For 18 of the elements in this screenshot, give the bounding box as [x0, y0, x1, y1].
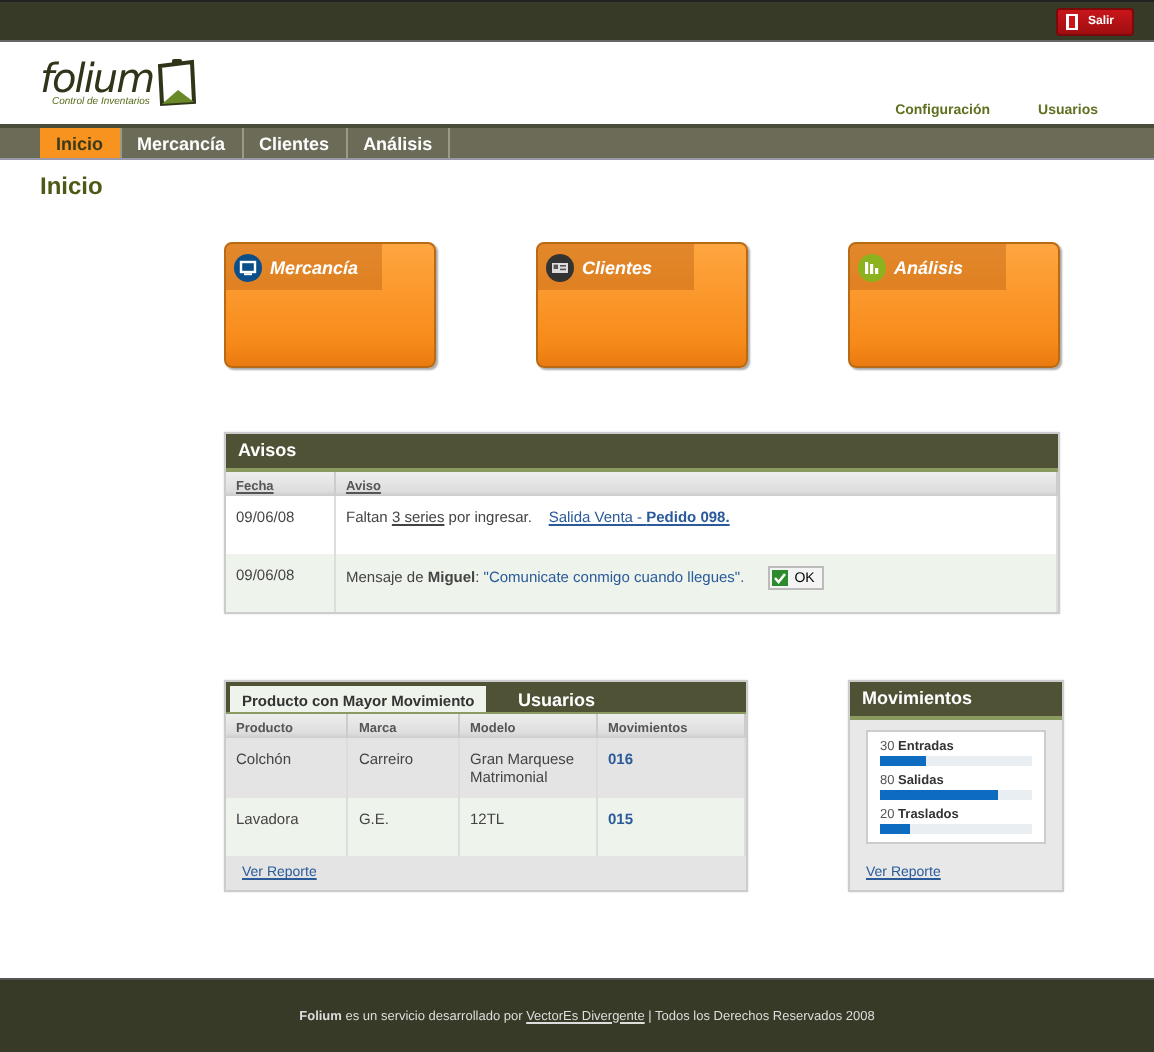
nav-tab[interactable]: Mercancía — [121, 128, 244, 158]
check-icon — [772, 570, 789, 586]
page-title: Inicio — [40, 172, 105, 200]
nav-tab[interactable]: Análisis — [347, 128, 451, 158]
clipboard-icon — [153, 58, 198, 108]
module-label: Mercancía — [270, 257, 359, 277]
nav-tab[interactable]: Clientes — [243, 128, 348, 158]
panel-title: Avisos — [226, 434, 1058, 472]
logo-name: folium — [40, 60, 154, 96]
module-label: Clientes — [582, 257, 653, 277]
nav-tab[interactable]: Inicio — [40, 128, 122, 158]
door-icon — [1065, 13, 1080, 29]
panel-tab[interactable]: Usuarios — [506, 682, 608, 712]
module-label: Análisis — [894, 257, 964, 277]
id-card-icon — [546, 253, 574, 281]
monitor-icon — [234, 253, 262, 281]
bar-chart-icon — [858, 253, 886, 281]
panel-title: Movimientos — [850, 682, 1062, 720]
